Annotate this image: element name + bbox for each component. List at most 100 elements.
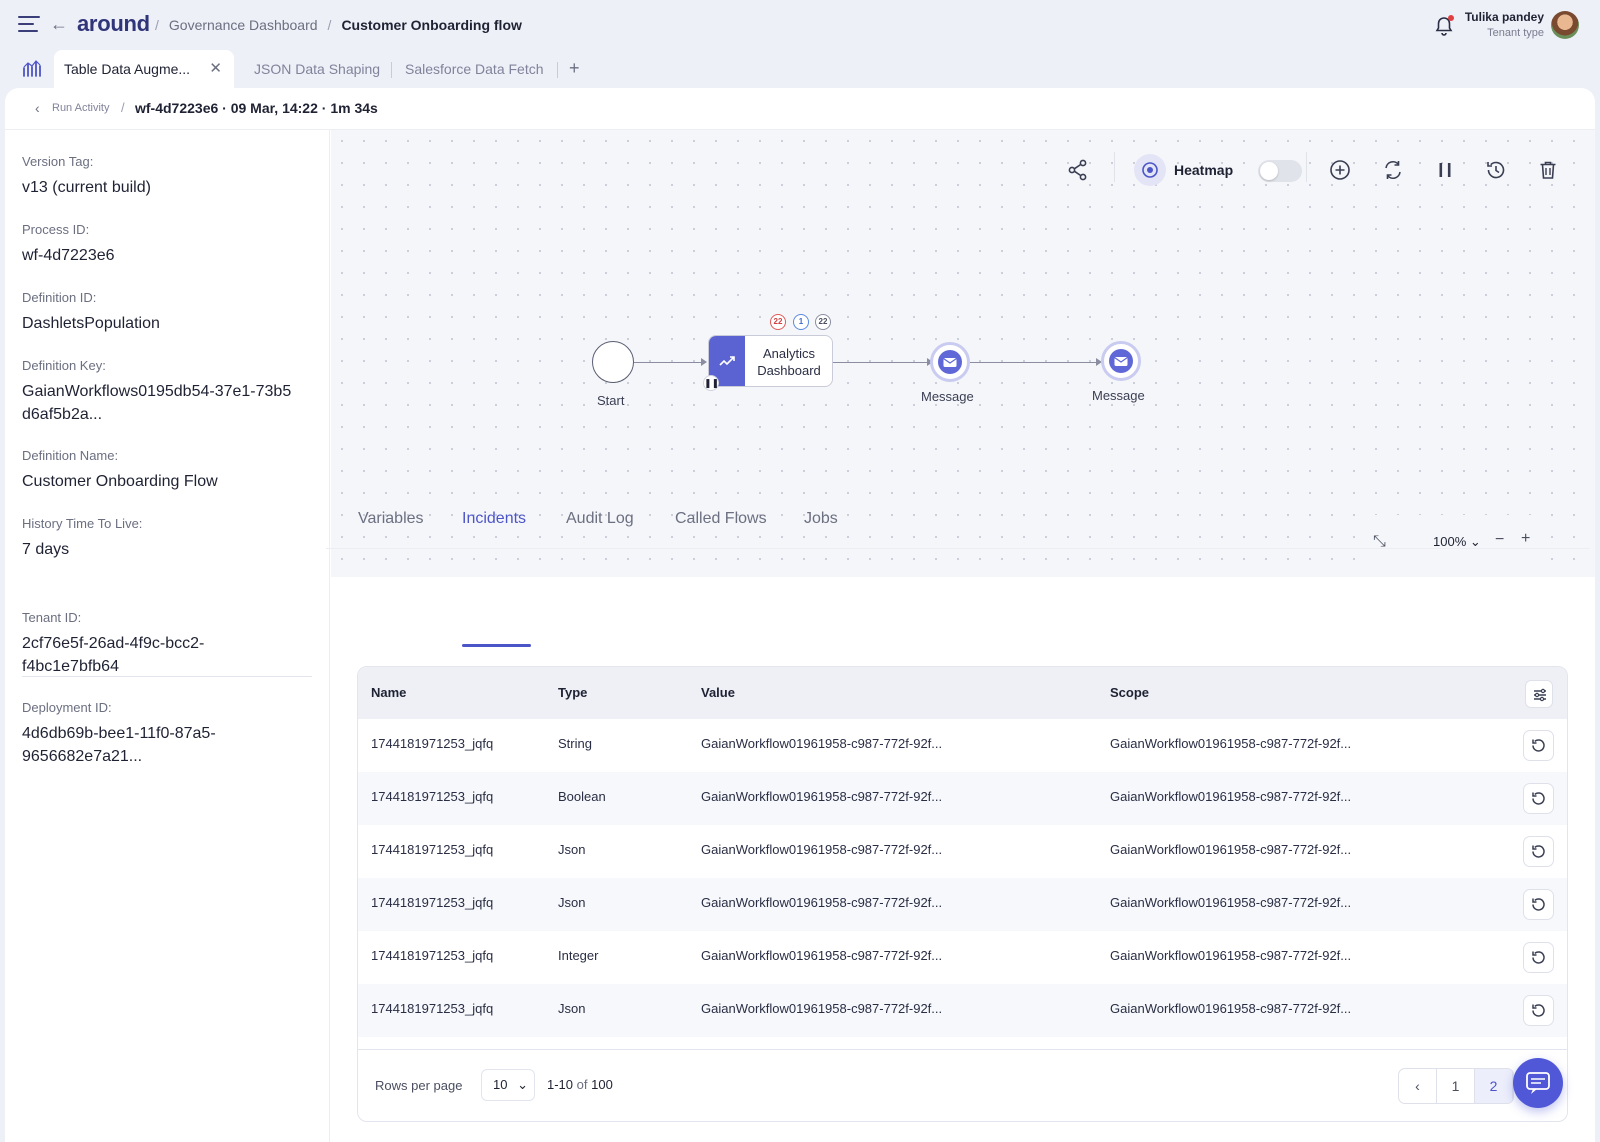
active-badge[interactable]: 1 (793, 314, 809, 330)
menu-icon[interactable] (18, 16, 40, 34)
table-row[interactable]: 1744181971253_jqfq Json GaianWorkflow019… (358, 984, 1567, 1037)
message-event[interactable] (930, 342, 970, 382)
detail-value: GaianWorkflows0195db54-37e1-73b5 d6af5b2… (22, 383, 292, 423)
detail-process-id: Process ID: wf-4d7223e6 (22, 222, 115, 267)
pause-icon[interactable]: ❚❚ (703, 375, 719, 391)
retry-icon[interactable] (1523, 942, 1554, 973)
message-event[interactable] (1101, 341, 1141, 381)
column-settings-icon[interactable] (1525, 680, 1553, 708)
cell-type: Integer (558, 948, 599, 963)
pause-icon[interactable] (1433, 158, 1457, 182)
table-row[interactable]: 1744181971253_jqfq Json GaianWorkflow019… (358, 825, 1567, 878)
cell-value: GaianWorkflow01961958-c987-772f-92f... (701, 736, 943, 751)
page-button[interactable]: 1 (1437, 1069, 1475, 1103)
detail-label: Definition Name: (22, 448, 119, 463)
avatar[interactable] (1551, 11, 1579, 39)
tab-variables[interactable]: Variables (358, 510, 424, 528)
sequence-flow[interactable] (634, 362, 701, 363)
page-button-current[interactable]: 2 (1475, 1069, 1513, 1103)
tab-json-data-shaping[interactable]: JSON Data Shaping (254, 50, 380, 88)
cell-scope: GaianWorkflow01961958-c987-772f-92f... (1110, 842, 1352, 857)
notification-dot (1448, 15, 1454, 21)
retry-icon[interactable] (1523, 783, 1554, 814)
tab-called-flows[interactable]: Called Flows (675, 510, 767, 528)
range-start: 1-10 (547, 1077, 574, 1092)
tab-jobs[interactable]: Jobs (804, 510, 838, 528)
prev-page-button[interactable]: ‹ (1399, 1069, 1437, 1103)
range-of: of (576, 1077, 588, 1092)
tab-audit-log[interactable]: Audit Log (566, 510, 634, 528)
task-label: Analytics Dashboard (757, 346, 821, 378)
delete-icon[interactable] (1536, 158, 1560, 182)
detail-label: Definition Key: (22, 358, 106, 373)
tab-incidents[interactable]: Incidents (462, 510, 526, 528)
refresh-icon[interactable] (1381, 158, 1405, 182)
start-label: Start (597, 393, 625, 408)
tab-divider (557, 62, 558, 78)
tab-label: JSON Data Shaping (254, 61, 381, 77)
retry-icon[interactable] (1523, 836, 1554, 867)
detail-label: Version Tag: (22, 154, 94, 169)
sequence-flow[interactable] (833, 362, 928, 363)
user-info[interactable]: Tulika pandey Tenant type (1465, 10, 1544, 39)
start-event[interactable] (592, 341, 634, 383)
active-tab-indicator (462, 644, 531, 647)
run-activity-link[interactable]: Run Activity (52, 102, 109, 114)
analytics-icon[interactable] (22, 59, 42, 77)
table-row[interactable]: 1744181971253_jqfq String GaianWorkflow0… (358, 719, 1567, 772)
share-icon[interactable] (1066, 158, 1090, 182)
cell-type: Boolean (558, 789, 606, 804)
column-header-scope[interactable]: Scope (1110, 685, 1149, 700)
rows-per-page-label: Rows per page (375, 1078, 463, 1093)
detail-tabs: Variables Incidents Audit Log Called Flo… (326, 489, 1590, 549)
retry-icon[interactable] (1523, 995, 1554, 1026)
column-header-value[interactable]: Value (701, 685, 735, 700)
tab-salesforce-data-fetch[interactable]: Salesforce Data Fetch (405, 50, 544, 88)
top-bar: ← around / Governance Dashboard / Custom… (0, 0, 1600, 50)
retry-icon[interactable] (1523, 730, 1554, 761)
chevron-down-icon: ⌄ (517, 1077, 528, 1092)
chat-support-button[interactable] (1513, 1058, 1563, 1108)
detail-value: 4d6db69b-bee1-11f0-87a5-9656682e7a21... (22, 725, 216, 765)
task-analytics-dashboard[interactable]: Analytics Dashboard (708, 335, 833, 387)
cell-scope: GaianWorkflow01961958-c987-772f-92f... (1110, 1001, 1352, 1016)
detail-value: Customer Onboarding Flow (22, 473, 218, 490)
close-icon[interactable]: ✕ (209, 50, 222, 88)
tabs-row: Table Data Augme... ✕ JSON Data Shaping S… (0, 50, 1600, 88)
table-row[interactable]: 1744181971253_jqfq Json GaianWorkflow019… (358, 878, 1567, 931)
heatmap-toggle[interactable] (1258, 160, 1302, 182)
detail-label: Definition ID: (22, 290, 97, 305)
detail-tenant-id: Tenant ID: 2cf76e5f-26ad-4f9c-bcc2-f4bc1e… (22, 610, 252, 678)
history-icon[interactable] (1484, 158, 1508, 182)
cell-name: 1744181971253_jqfq (371, 789, 494, 804)
notification-bell-icon[interactable] (1434, 15, 1454, 37)
add-tab-button[interactable]: + (569, 58, 580, 79)
tab-table-data[interactable]: Table Data Augme... ✕ (54, 50, 234, 88)
separator: / (121, 100, 125, 115)
table-row[interactable]: 1744181971253_jqfq Integer GaianWorkflow… (358, 931, 1567, 984)
add-circle-icon[interactable] (1328, 158, 1352, 182)
retry-icon[interactable] (1523, 889, 1554, 920)
breadcrumb-item-governance[interactable]: Governance Dashboard (169, 17, 318, 33)
completed-badge[interactable]: 22 (815, 314, 831, 330)
column-header-name[interactable]: Name (371, 685, 406, 700)
column-header-type[interactable]: Type (558, 685, 587, 700)
incident-badge[interactable]: 22 (770, 314, 786, 330)
run-title: wf-4d7223e6 · 09 Mar, 14:22 · 1m 34s (135, 100, 378, 116)
chevron-left-icon[interactable]: ‹ (35, 100, 40, 116)
cell-name: 1744181971253_jqfq (371, 948, 494, 963)
range-total: 100 (591, 1077, 613, 1092)
sequence-flow[interactable] (970, 362, 1097, 363)
breadcrumb: / Governance Dashboard / Customer Onboar… (155, 17, 522, 33)
table-row[interactable]: 1744181971253_jqfq Boolean GaianWorkflow… (358, 772, 1567, 825)
detail-definition-name: Definition Name: Customer Onboarding Flow (22, 448, 218, 493)
back-arrow-icon[interactable]: ← (50, 14, 68, 35)
envelope-icon (938, 350, 962, 374)
tab-divider (391, 62, 392, 78)
cell-name: 1744181971253_jqfq (371, 895, 494, 910)
detail-definition-id: Definition ID: DashletsPopulation (22, 290, 160, 335)
detail-value: 2cf76e5f-26ad-4f9c-bcc2-f4bc1e7bfb64 (22, 635, 205, 675)
message-label: Message (921, 389, 974, 404)
rows-per-page-select[interactable]: 10 ⌄ (481, 1069, 535, 1101)
detail-label: History Time To Live: (22, 516, 143, 531)
